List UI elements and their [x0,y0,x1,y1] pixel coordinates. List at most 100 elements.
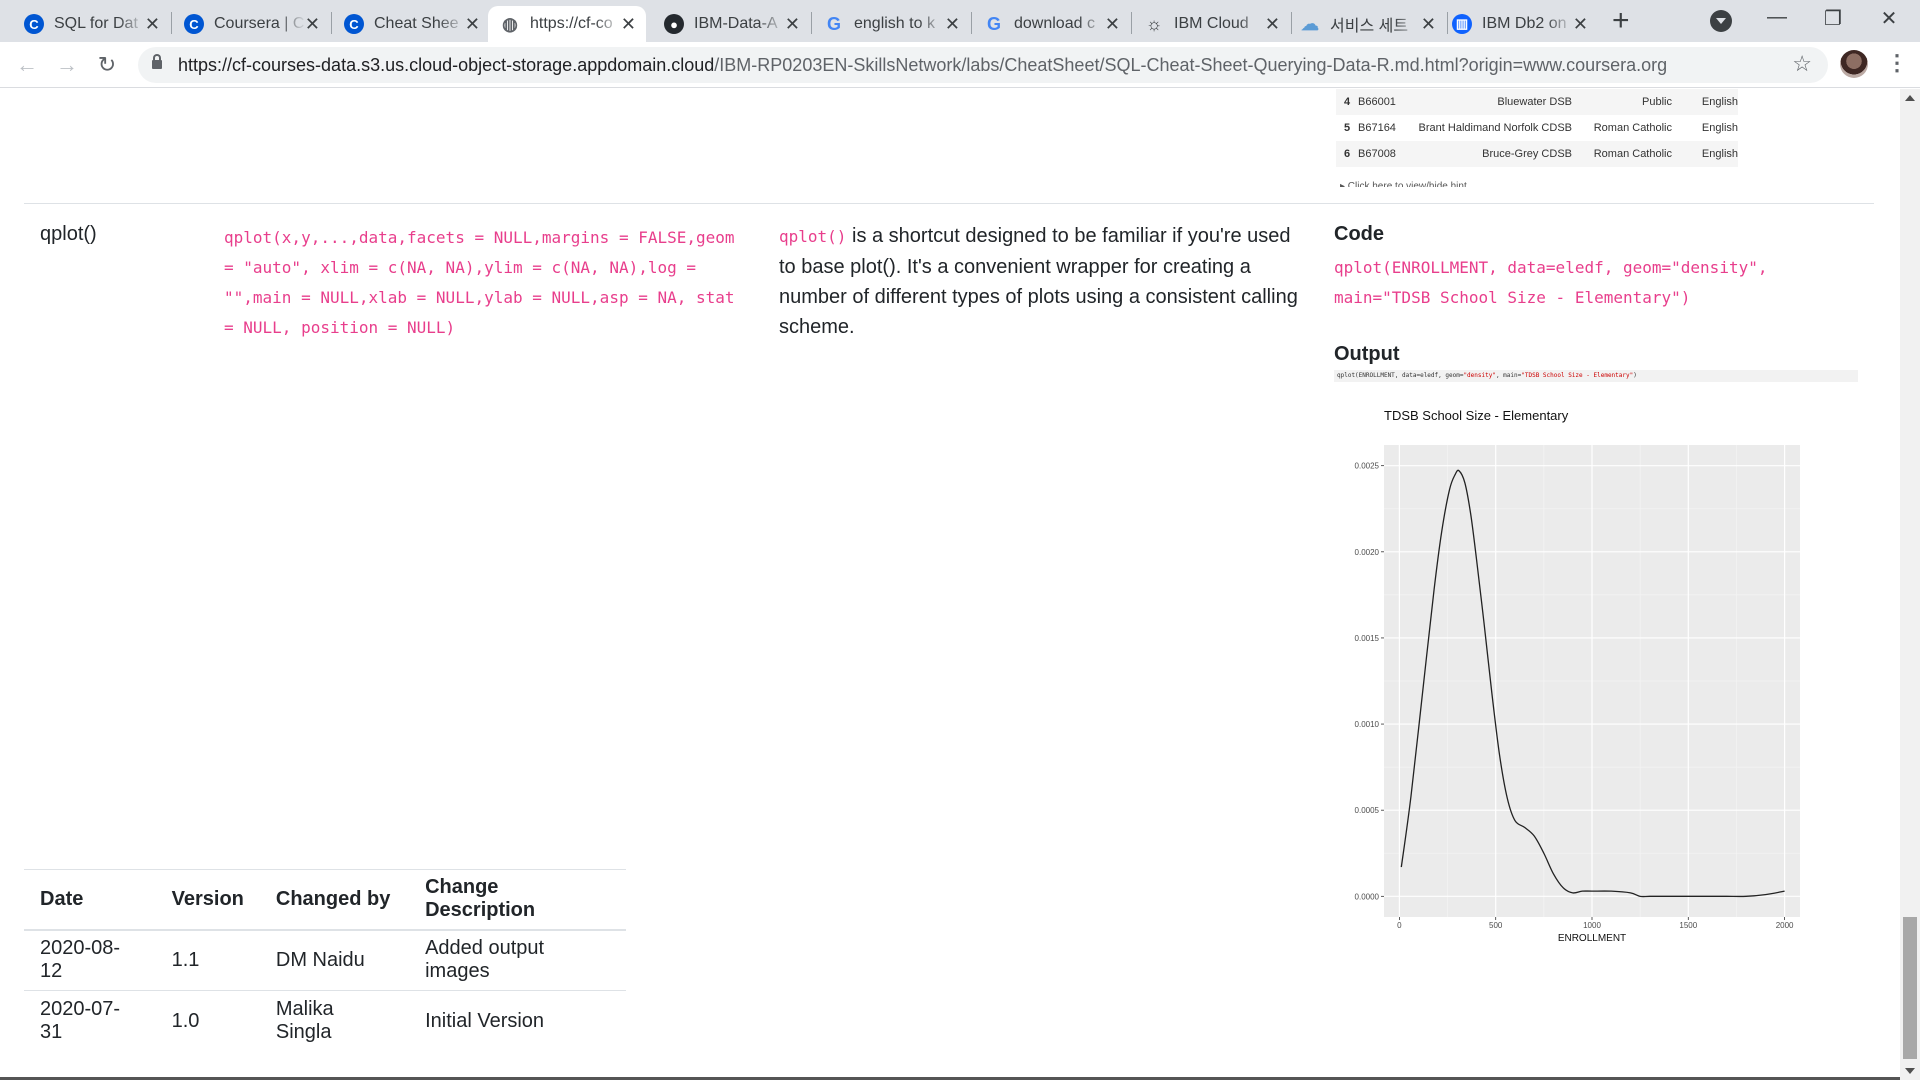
url-text[interactable]: https://cf-courses-data.s3.us.cloud-obje… [178,55,1667,76]
table-cell: 1.1 [155,929,260,991]
function-description: qplot() is a shortcut designed to be fam… [779,225,1298,338]
tab-strip: + — ❐ ✕ C SQL for Dat ✕ C Coursera | C ✕ C Chea… [0,0,1920,42]
coursera-icon: C [344,14,364,34]
table-cell: 4 [1344,96,1351,108]
tab-title: SQL for Dat [54,15,138,32]
table-cell: 2020-08-12 [24,929,156,991]
table-cell: Bluewater DSB [1497,96,1572,108]
tab-close-icon[interactable]: ✕ [465,14,480,34]
browser-tab[interactable]: ▥ IBM Db2 on ✕ [1440,6,1598,42]
table-cell: Bruce-Grey CDSB [1482,148,1572,160]
output-heading: Output [1334,343,1400,365]
page-viewport: 4 B66001 Bluewater DSB Public English 5 B67164… [0,89,1900,1080]
scroll-thumb[interactable] [1903,917,1917,1059]
vertical-scrollbar[interactable] [1900,89,1920,1080]
tab-close-icon[interactable]: ✕ [145,14,160,34]
table-row: 6 B67008 Bruce-Grey CDSB Roman Catholic Engl… [1336,141,1738,167]
browser-tab[interactable]: Gdownload c ✕ [972,6,1130,42]
x-tick-label: 0 [1397,921,1402,930]
tab-close-icon[interactable]: ✕ [305,14,320,34]
density-chart: 0 500 1000 1500 2000 0.0000 0.0005 0.0010 0.0015… [1355,408,1800,943]
browser-tab[interactable]: ◍ https://cf-co ✕ [488,6,646,42]
new-tab-button[interactable]: + [1612,6,1630,36]
tab-close-icon[interactable]: ✕ [1265,14,1280,34]
tab-close-icon[interactable]: ✕ [785,14,800,34]
y-tick-label: 0.0020 [1355,548,1380,557]
hint-toggle[interactable]: ▸ Click here to view/hide hint [1340,181,1467,187]
tab-title: IBM Cloud [1174,15,1249,32]
browser-tab[interactable]: ● IBM-Data-A ✕ [652,6,810,42]
row-divider [24,203,1874,204]
close-window-button[interactable]: ✕ [1874,6,1904,31]
bookmark-star-icon[interactable]: ☆ [1792,51,1812,77]
lock-icon[interactable] [152,54,162,69]
browser-tab[interactable]: Genglish to k ✕ [812,6,970,42]
browser-menu-icon[interactable]: ⋮ [1886,50,1908,76]
x-tick-label: 1000 [1583,921,1601,930]
browser-tab[interactable]: C Cheat Shee ✕ [332,6,490,42]
column-header: Version [155,869,260,931]
table-cell: 2020-07-31 [24,990,156,1052]
preview-data-table: 4 B66001 Bluewater DSB Public English 5 B67164… [1336,89,1738,167]
tab-title: Coursera | C [214,15,305,32]
address-bar[interactable]: https://cf-courses-data.s3.us.cloud-obje… [138,47,1828,83]
x-axis-label: ENROLLMENT [1558,933,1626,943]
table-cell: 1.0 [155,990,260,1052]
coursera-icon: C [184,14,204,34]
browser-tab[interactable]: ☼ IBM Cloud ✕ [1132,6,1290,42]
forward-button[interactable]: → [52,50,82,80]
google-icon: G [826,13,841,34]
table-cell: English [1701,96,1738,108]
table-cell: B66001 [1358,96,1396,108]
table-cell: Initial Version [409,990,626,1052]
restore-button[interactable]: ❐ [1818,6,1848,31]
scroll-down-arrow[interactable] [1905,1068,1915,1074]
tab-close-icon[interactable]: ✕ [1421,14,1436,34]
table-row: 4 B66001 Bluewater DSB Public English [1336,89,1738,115]
browser-tab[interactable]: C Coursera | C ✕ [172,6,330,42]
tab-close-icon[interactable]: ✕ [945,14,960,34]
x-tick-label: 2000 [1776,921,1794,930]
tab-title: 서비스 세트 [1330,18,1409,35]
changelog-header-row: Date Version Changed by Change Description [24,869,626,931]
table-cell: Malika Singla [259,990,410,1052]
tab-close-icon[interactable]: ✕ [1105,14,1120,34]
output-code-line: qplot(ENROLLMENT, data=eledf, geom="dens… [1334,370,1858,382]
browser-toolbar: ← → ↻ https://cf-courses-data.s3.us.clou… [0,42,1920,88]
inline-code: qplot() [779,227,847,246]
tab-close-icon[interactable]: ✕ [621,14,636,34]
column-header: Change Description [409,869,626,931]
y-tick-label: 0.0015 [1355,634,1380,643]
table-cell: English [1701,148,1738,160]
github-icon: ● [664,14,684,34]
table-row: 2020-07-31 1.0 Malika Singla Initial Versio… [24,990,626,1052]
code-heading: Code [1334,223,1384,245]
table-row: 2020-08-12 1.1 DM Naidu Added output images [24,929,626,991]
reload-button[interactable]: ↻ [92,50,122,80]
table-cell: 6 [1344,148,1351,160]
function-syntax: qplot(x,y,...,data,facets = NULL,margins… [224,228,735,337]
browser-tab[interactable]: C SQL for Dat ✕ [12,6,170,42]
google-icon: G [986,13,1001,34]
tab-search-button[interactable] [1710,10,1732,32]
y-tick-label: 0.0005 [1355,806,1380,815]
scroll-up-arrow[interactable] [1905,95,1915,101]
function-name: qplot() [40,223,97,245]
code-example: qplot(ENROLLMENT, data=eledf, geom="dens… [1334,258,1768,307]
table-cell: English [1701,122,1738,134]
tab-close-icon[interactable]: ✕ [1573,14,1588,34]
back-button[interactable]: ← [12,50,42,80]
minimize-button[interactable]: — [1762,6,1792,29]
db2-icon: ▥ [1452,14,1472,34]
browser-tab[interactable]: ☁ 서비스 세트 ✕ [1288,6,1446,42]
tab-title: Cheat Shee [374,15,459,32]
table-cell: DM Naidu [259,929,410,991]
column-header: Changed by [259,869,410,931]
profile-avatar[interactable] [1840,50,1868,78]
table-row: 5 B67164 Brant Haldimand Norfolk CDSB Roman… [1336,115,1738,141]
x-tick-label: 500 [1489,921,1503,930]
table-cell: B67164 [1358,122,1396,134]
tab-title: download c [1014,15,1095,32]
x-tick-label: 1500 [1679,921,1697,930]
y-tick-label: 0.0000 [1355,892,1380,901]
